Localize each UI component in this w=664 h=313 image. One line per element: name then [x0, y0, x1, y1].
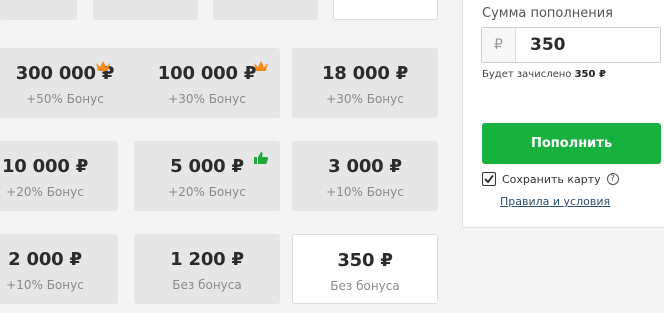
credited-note: Будет зачислено 350 ₽	[482, 69, 606, 80]
tile-bonus: +30% Бонус	[326, 92, 404, 106]
tile-bonus: +10% Бонус	[326, 185, 404, 199]
help-icon[interactable]: ?	[606, 173, 619, 185]
tile-bonus: +50% Бонус	[26, 92, 104, 106]
save-card-label[interactable]: Сохранить карту	[502, 173, 601, 186]
topup-button[interactable]: Пополнить	[482, 123, 661, 164]
tile-amount: 300 000 ₽	[15, 63, 115, 84]
tile-bonus: Без бонуса	[330, 279, 400, 293]
crown-icon	[96, 61, 110, 71]
amount-tile-partial[interactable]	[333, 0, 438, 20]
amount-tile[interactable]: 2 000 ₽ +10% Бонус	[0, 234, 118, 304]
thumbs-up-icon	[254, 152, 269, 164]
tile-amount: 1 200 ₽	[170, 249, 244, 270]
credited-value: 350 ₽	[574, 69, 606, 80]
amount-tile[interactable]: 10 000 ₽ +20% Бонус	[0, 141, 118, 211]
amount-tile[interactable]: 100 000 ₽ +30% Бонус	[134, 48, 280, 118]
amount-tile-selected[interactable]: 350 ₽ Без бонуса	[292, 234, 438, 304]
checkmark-icon	[484, 174, 494, 184]
tile-amount: 10 000 ₽	[1, 156, 89, 177]
topup-panel: Сумма пополнения ₽ Будет зачислено 350 ₽…	[462, 0, 664, 228]
tile-amount: 2 000 ₽	[8, 249, 82, 270]
amount-tile[interactable]: 3 000 ₽ +10% Бонус	[292, 141, 438, 211]
tile-bonus: +20% Бонус	[6, 185, 84, 199]
save-card-row: Сохранить карту ?	[482, 172, 619, 186]
amount-field[interactable]: ₽	[481, 27, 661, 63]
terms-link[interactable]: Правила и условия	[500, 195, 610, 208]
amount-tile-partial[interactable]	[0, 0, 77, 20]
tile-bonus: +20% Бонус	[168, 185, 246, 199]
crown-icon	[254, 61, 268, 71]
amount-tile-partial[interactable]	[213, 0, 318, 20]
amount-tile[interactable]: 300 000 ₽ +50% Бонус	[0, 48, 138, 118]
tile-bonus: Без бонуса	[172, 278, 242, 292]
save-card-checkbox[interactable]	[482, 172, 496, 186]
amount-tile[interactable]: 18 000 ₽ +30% Бонус	[292, 48, 438, 118]
amount-label: Сумма пополнения	[482, 6, 613, 21]
amount-tile-partial[interactable]	[93, 0, 198, 20]
amount-input[interactable]	[516, 28, 660, 62]
tile-bonus: +10% Бонус	[6, 278, 84, 292]
tile-bonus: +30% Бонус	[168, 92, 246, 106]
credited-prefix: Будет зачислено	[482, 69, 572, 80]
tile-amount: 3 000 ₽	[328, 156, 402, 177]
tile-amount: 18 000 ₽	[321, 63, 409, 84]
tile-amount: 350 ₽	[337, 250, 393, 271]
topup-page: 300 000 ₽ +50% Бонус 100 000 ₽ +30% Бону…	[0, 0, 664, 313]
amount-tile[interactable]: 1 200 ₽ Без бонуса	[134, 234, 280, 304]
amount-tile[interactable]: 5 000 ₽ +20% Бонус	[134, 141, 280, 211]
ruble-icon: ₽	[482, 28, 516, 62]
